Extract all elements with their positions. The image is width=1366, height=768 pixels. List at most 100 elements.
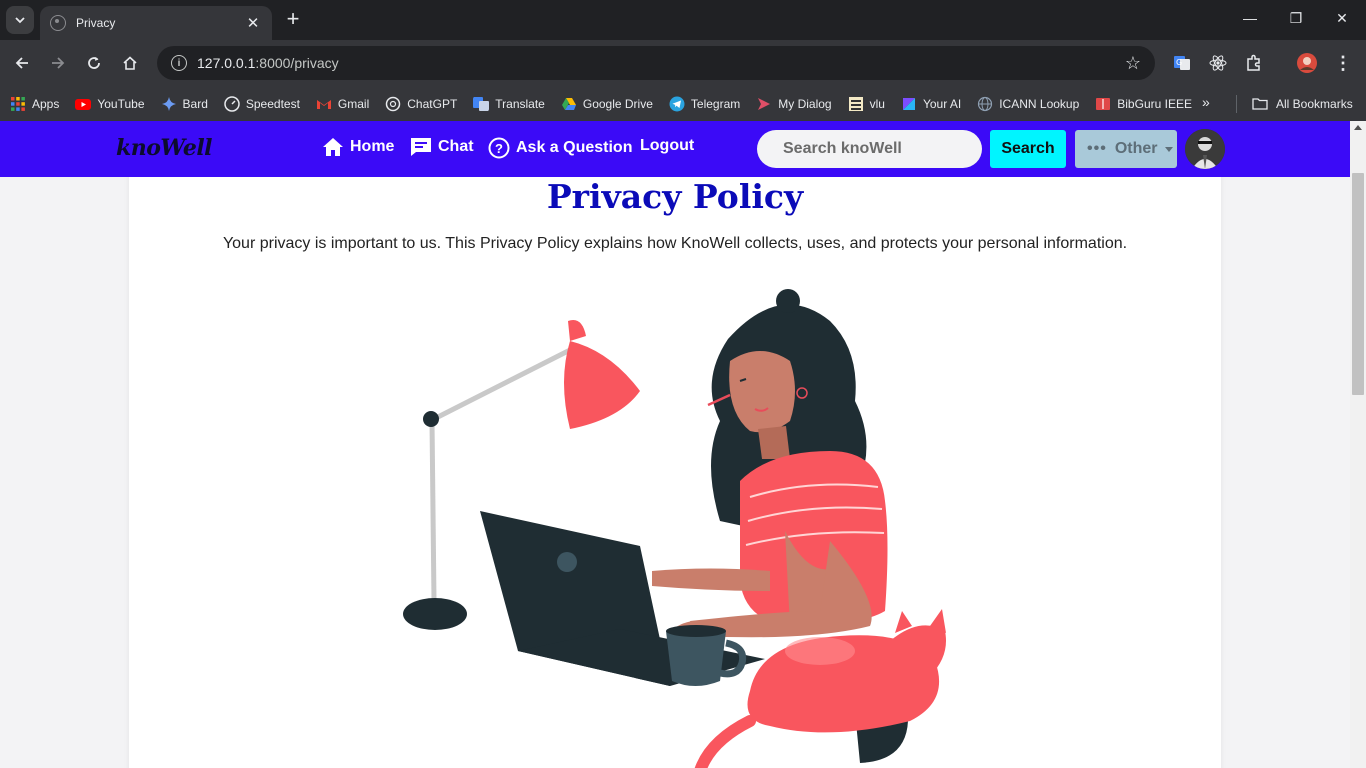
bookmarks-bar: Apps YouTube Bard Speedtest Gmail ChatGP… — [0, 86, 1366, 121]
chatgpt-icon — [386, 96, 401, 111]
forward-button[interactable] — [46, 51, 70, 75]
lamp-arm-lower — [429, 420, 437, 602]
google-drive-icon — [561, 97, 576, 110]
question-circle-icon: ? — [488, 137, 510, 159]
cat-tail — [694, 715, 756, 768]
bookmark-your-ai[interactable]: Your AI — [901, 96, 961, 112]
site-info-icon[interactable]: i — [171, 55, 187, 71]
cat-highlight — [785, 637, 855, 665]
nav-chat-link[interactable]: Chat — [410, 137, 474, 157]
svg-text:G: G — [1176, 58, 1182, 67]
my-dialog-icon — [758, 97, 771, 110]
nav-ask-question-link[interactable]: ? Ask a Question — [488, 137, 632, 159]
bookmark-telegram[interactable]: Telegram — [669, 96, 740, 112]
bookmark-apps[interactable]: Apps — [10, 96, 59, 112]
search-input[interactable] — [757, 130, 982, 168]
page-description: Your privacy is important to us. This Pr… — [222, 235, 1128, 252]
bookmark-speedtest[interactable]: Speedtest — [224, 95, 300, 112]
neck — [758, 426, 790, 459]
bookmark-icann-lookup[interactable]: ICANN Lookup — [977, 96, 1079, 112]
translate-icon — [473, 96, 490, 111]
home-icon — [123, 56, 137, 70]
svg-text:?: ? — [495, 141, 503, 156]
folder-icon — [1252, 97, 1268, 110]
extensions-puzzle-icon[interactable] — [1243, 52, 1265, 74]
bookmark-bard[interactable]: Bard — [161, 96, 208, 112]
page-viewport: knoWell Home Chat ? Ask a Question Logou… — [0, 121, 1350, 768]
brand-logo[interactable]: knoWell — [116, 135, 213, 161]
page-scrollbar[interactable] — [1350, 121, 1366, 768]
lamp-top — [568, 320, 586, 341]
gmail-icon — [316, 99, 331, 109]
window-close-icon[interactable]: ✕ — [1330, 10, 1354, 27]
profile-avatar-icon[interactable] — [1296, 52, 1318, 74]
close-icon[interactable]: ✕ — [244, 14, 262, 32]
site-navbar: knoWell Home Chat ? Ask a Question Logou… — [0, 121, 1350, 177]
chevron-down-icon — [15, 17, 25, 24]
hair-bun — [776, 289, 800, 313]
privacy-illustration — [403, 289, 946, 768]
laptop-logo — [557, 552, 577, 572]
all-bookmarks-button[interactable]: All Bookmarks — [1252, 86, 1353, 121]
bookmark-chatgpt[interactable]: ChatGPT — [385, 96, 457, 112]
bookmark-my-dialog[interactable]: My Dialog — [756, 96, 832, 112]
bookmark-vlu[interactable]: vlu — [848, 96, 885, 112]
lamp-base — [403, 598, 467, 630]
reload-icon — [88, 57, 100, 69]
mug — [666, 631, 726, 686]
lamp-shade — [564, 341, 640, 429]
bookmark-translate[interactable]: Translate — [473, 96, 545, 112]
home-button[interactable] — [118, 51, 142, 75]
nav-logout-link[interactable]: Logout — [640, 137, 694, 155]
bard-sparkle-icon — [161, 96, 176, 111]
tab-search-button[interactable] — [6, 6, 34, 34]
back-button[interactable] — [10, 51, 34, 75]
forearm — [652, 568, 770, 591]
globe-icon — [50, 15, 66, 31]
bibguru-book-icon — [1096, 97, 1111, 110]
browser-menu-icon[interactable]: ⋮ — [1332, 52, 1354, 74]
back-arrow-icon — [15, 57, 28, 69]
caret-down-icon — [1165, 146, 1174, 152]
tab-strip: Privacy ✕ + — ❐ ✕ — [0, 0, 1366, 40]
tab-title: Privacy — [76, 16, 116, 30]
cat-head — [890, 625, 946, 677]
nav-home-link[interactable]: Home — [322, 137, 394, 157]
lamp-joint — [423, 411, 439, 427]
more-bookmarks-chevron-icon[interactable]: » — [1202, 94, 1210, 110]
bookmarks-divider — [1236, 95, 1237, 113]
page-title: Privacy Policy — [546, 177, 804, 216]
search-button[interactable]: Search — [990, 130, 1066, 168]
mug-rim — [666, 625, 726, 637]
bookmark-google-drive[interactable]: Google Drive — [561, 96, 653, 112]
vlu-icon — [848, 96, 863, 111]
user-avatar[interactable] — [1185, 129, 1225, 169]
url-text: 127.0.0.1:8000/privacy — [197, 55, 339, 71]
youtube-icon — [75, 98, 92, 110]
telegram-icon — [669, 96, 685, 111]
bookmark-gmail[interactable]: Gmail — [316, 96, 369, 112]
bookmark-youtube[interactable]: YouTube — [75, 96, 145, 112]
bookmark-bibguru-ieee[interactable]: BibGuru IEEE — [1095, 96, 1192, 112]
your-ai-icon — [902, 97, 915, 110]
speedtest-icon — [224, 95, 240, 112]
restore-icon[interactable]: ❐ — [1284, 10, 1308, 27]
new-tab-button[interactable]: + — [282, 8, 304, 30]
chat-bubble-icon — [411, 138, 431, 156]
home-icon — [323, 138, 343, 156]
reload-button[interactable] — [82, 51, 106, 75]
bookmark-star-icon[interactable]: ☆ — [1125, 53, 1141, 74]
other-dropdown-button[interactable]: ••• Other — [1075, 130, 1177, 168]
address-bar[interactable]: i 127.0.0.1:8000/privacy ☆ — [157, 46, 1155, 80]
google-translate-icon[interactable]: G — [1171, 52, 1193, 74]
minimize-icon[interactable]: — — [1238, 10, 1262, 26]
icann-globe-icon — [978, 96, 993, 111]
lamp-arm-upper — [428, 346, 574, 424]
forward-arrow-icon — [52, 57, 65, 69]
active-tab[interactable]: Privacy ✕ — [40, 6, 272, 40]
scroll-up-arrow-icon[interactable] — [1354, 125, 1362, 130]
react-devtools-icon[interactable] — [1207, 52, 1229, 74]
scroll-thumb[interactable] — [1352, 173, 1364, 395]
more-dots-icon: ••• — [1087, 140, 1107, 157]
apps-grid-icon — [11, 96, 25, 111]
